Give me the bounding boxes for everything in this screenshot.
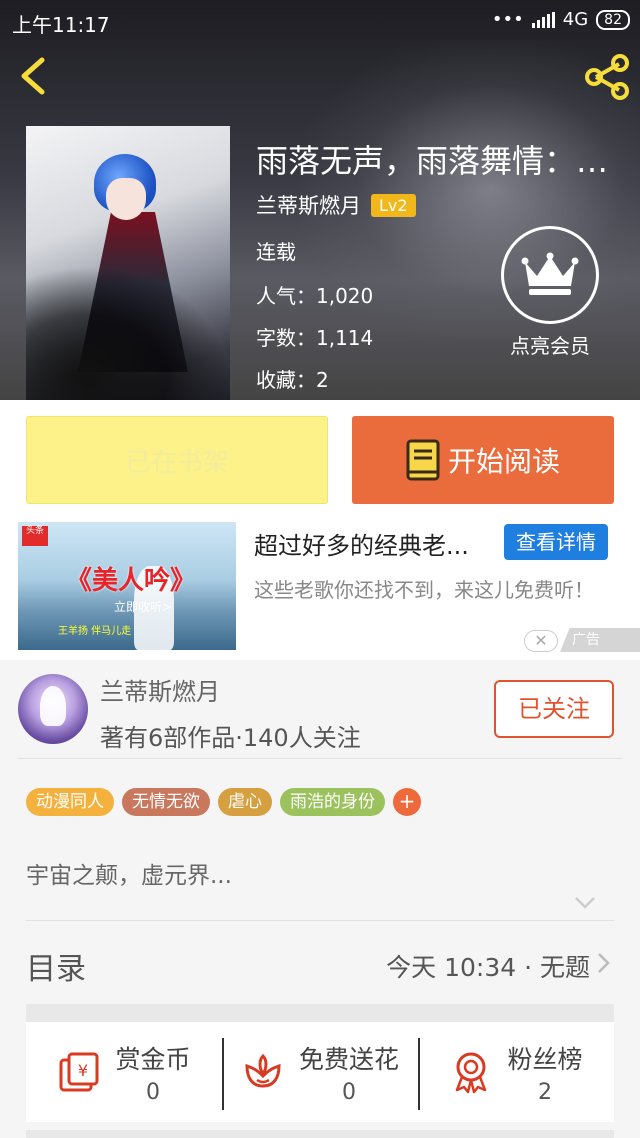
divider bbox=[26, 920, 614, 921]
ad-description: 这些老歌你还找不到，来这儿免费听！ bbox=[254, 578, 594, 602]
ad-image[interactable]: 头条 《美人吟》 立即收听> 王羊扬 伴马儿走 bbox=[18, 522, 236, 650]
stat-label: 赏金币 bbox=[115, 1044, 191, 1074]
words-label: 字数： bbox=[256, 326, 316, 350]
book-author-row: 兰蒂斯燃月 Lv2 bbox=[256, 190, 416, 220]
ad-details-button[interactable]: 查看详情 bbox=[504, 524, 608, 560]
divider bbox=[18, 758, 622, 759]
flower-icon bbox=[245, 1053, 281, 1088]
book-status: 连载 bbox=[256, 240, 296, 264]
table-of-contents-row[interactable]: 目录 今天 10:34 · 无题 bbox=[0, 922, 640, 1004]
battery-icon: 82 bbox=[596, 9, 630, 30]
share-button[interactable] bbox=[582, 52, 632, 102]
book-icon bbox=[406, 439, 440, 481]
words-value: 1,114 bbox=[316, 326, 374, 350]
vip-button[interactable]: 点亮会员 bbox=[500, 226, 600, 359]
ad-image-subtitle: 立即收听> bbox=[114, 600, 173, 614]
tag-list: 动漫同人 无情无欲 虐心 雨浩的身份 + bbox=[26, 788, 421, 816]
ad-image-title: 《美人吟》 bbox=[66, 566, 197, 596]
author-card-stats: 著有6部作品·140人关注 bbox=[100, 724, 361, 752]
book-header: 上午11:17 ••• 4G 82 雨落无声，雨落舞情：灭... 兰蒂斯燃月 L… bbox=[0, 0, 640, 400]
book-author[interactable]: 兰蒂斯燃月 bbox=[256, 190, 361, 220]
book-favorites: 收藏：2 bbox=[256, 364, 329, 393]
chevron-right-icon bbox=[598, 953, 610, 973]
favorites-label: 收藏： bbox=[256, 368, 316, 392]
follow-button[interactable]: 已关注 bbox=[494, 680, 614, 738]
ad-title[interactable]: 超过好多的经典老... bbox=[254, 526, 496, 561]
author-level-badge: Lv2 bbox=[371, 193, 416, 217]
share-icon bbox=[585, 54, 629, 100]
book-title: 雨落无声，雨落舞情：灭... bbox=[256, 142, 626, 180]
status-indicators: ••• 4G 82 bbox=[492, 9, 630, 30]
in-bookshelf-button[interactable]: 已在书架 bbox=[26, 416, 328, 504]
section-separator bbox=[26, 1004, 614, 1022]
dots-icon: ••• bbox=[491, 9, 524, 30]
reward-coin-icon: ¥ bbox=[59, 1052, 99, 1092]
vip-label: 点亮会员 bbox=[510, 334, 590, 358]
tag-item[interactable]: 无情无欲 bbox=[122, 788, 210, 816]
ad-banner[interactable]: 头条 《美人吟》 立即收听> 王羊扬 伴马儿走 超过好多的经典老... 查看详情… bbox=[0, 520, 640, 660]
chevron-left-icon bbox=[21, 57, 45, 95]
tag-item[interactable]: 虐心 bbox=[218, 788, 272, 816]
stat-label: 粉丝榜 bbox=[507, 1044, 583, 1074]
favorites-value: 2 bbox=[316, 368, 329, 392]
avatar[interactable] bbox=[18, 674, 88, 744]
status-bar: 上午11:17 ••• 4G 82 bbox=[0, 0, 640, 42]
chevron-down-icon[interactable] bbox=[574, 896, 596, 910]
book-popularity: 人气：1,020 bbox=[256, 280, 373, 309]
ad-image-logo: 头条 bbox=[22, 526, 48, 546]
stat-reward-coins[interactable]: ¥ 赏金币 0 bbox=[26, 1022, 222, 1122]
start-reading-button[interactable]: 开始阅读 bbox=[352, 416, 614, 504]
stat-value: 0 bbox=[145, 1079, 160, 1105]
toc-label: 目录 bbox=[26, 952, 86, 987]
back-button[interactable] bbox=[14, 56, 54, 96]
popularity-label: 人气： bbox=[256, 284, 316, 308]
stat-label: 免费送花 bbox=[298, 1044, 399, 1074]
book-word-count: 字数：1,114 bbox=[256, 322, 373, 351]
support-stats: ¥ 赏金币 0 免费送花 0 粉丝榜 2 bbox=[26, 1022, 614, 1122]
tag-item[interactable]: 雨浩的身份 bbox=[280, 788, 385, 816]
author-card-name[interactable]: 兰蒂斯燃月 bbox=[100, 672, 220, 707]
toc-latest-chapter: 今天 10:34 · 无题 bbox=[386, 953, 590, 982]
book-cover[interactable] bbox=[26, 126, 230, 400]
popularity-value: 1,020 bbox=[316, 284, 374, 308]
svg-text:¥: ¥ bbox=[78, 1061, 88, 1080]
book-info-section: 兰蒂斯燃月 著有6部作品·140人关注 已关注 动漫同人 无情无欲 虐心 雨浩的… bbox=[0, 660, 640, 1138]
stat-value: 0 bbox=[341, 1079, 356, 1105]
stat-fan-ranking[interactable]: 粉丝榜 2 bbox=[418, 1022, 614, 1122]
stat-free-flowers[interactable]: 免费送花 0 bbox=[222, 1022, 418, 1122]
action-bar: 已在书架 开始阅读 bbox=[0, 400, 640, 520]
tag-item[interactable]: 动漫同人 bbox=[26, 788, 114, 816]
section-separator bbox=[26, 1130, 614, 1138]
ad-image-caption: 王羊扬 伴马儿走 bbox=[58, 626, 132, 637]
book-intro[interactable]: 宇宙之颠，虚元界... bbox=[26, 856, 232, 890]
ad-tag: 广告 bbox=[560, 628, 640, 652]
status-time: 上午11:17 bbox=[12, 13, 110, 37]
stat-value: 2 bbox=[537, 1079, 552, 1105]
network-type: 4G bbox=[562, 9, 589, 30]
medal-icon bbox=[456, 1052, 487, 1094]
ad-close-button[interactable]: ✕ bbox=[524, 630, 558, 652]
signal-icon bbox=[531, 11, 555, 28]
add-tag-button[interactable]: + bbox=[393, 788, 421, 816]
start-reading-label: 开始阅读 bbox=[447, 445, 560, 478]
crown-icon bbox=[501, 226, 599, 324]
